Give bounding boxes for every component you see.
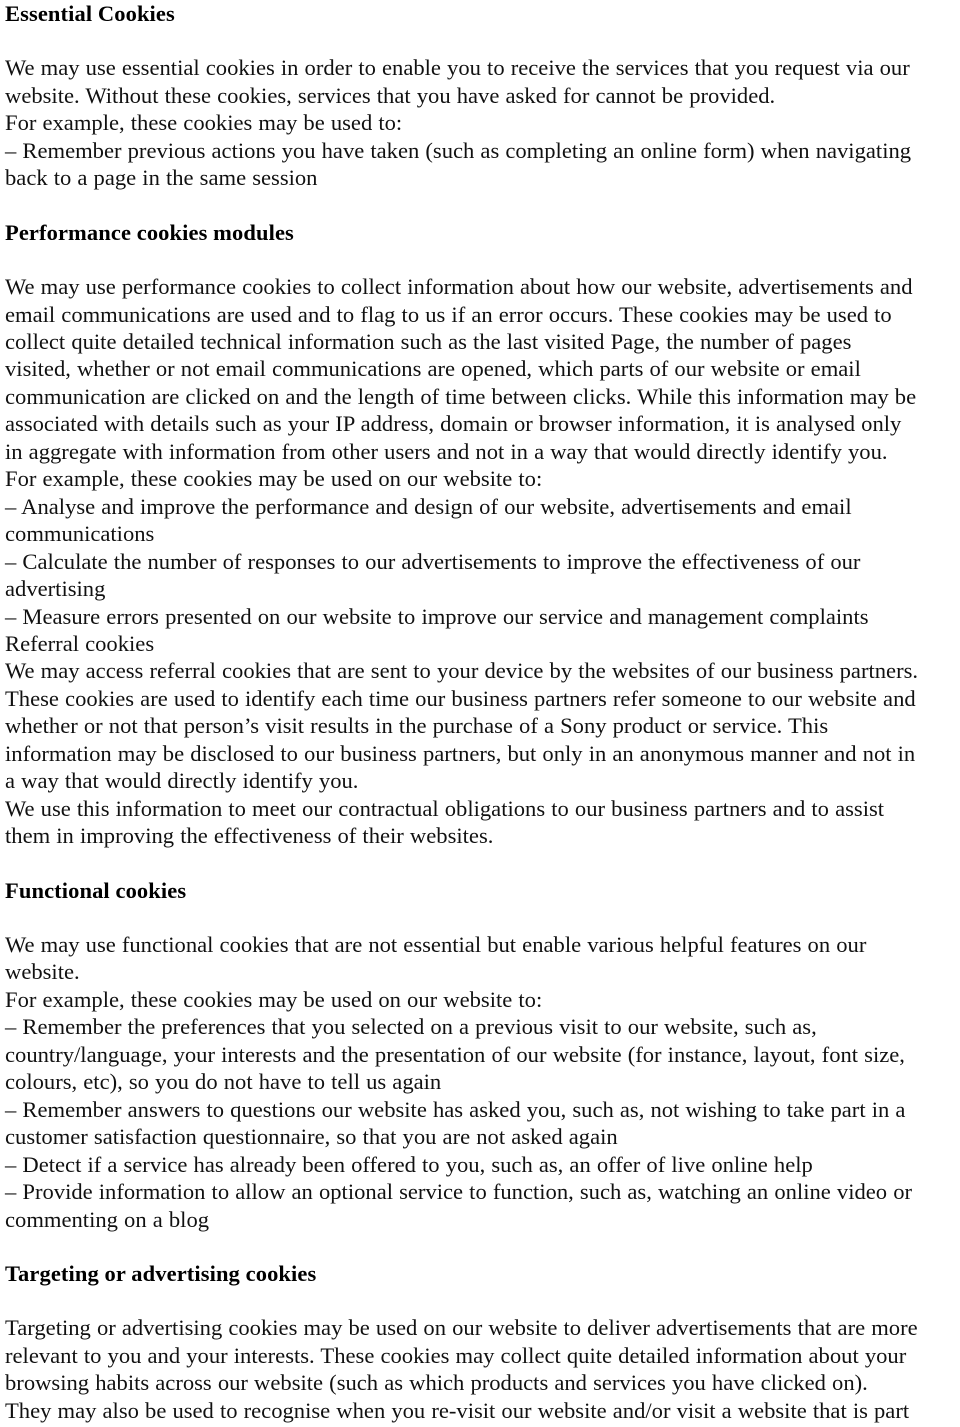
text-line: associated with details such as your IP … bbox=[5, 411, 902, 437]
text-line: visited, whether or not email communicat… bbox=[5, 356, 861, 382]
section-heading-functional-cookies: Functional cookies bbox=[5, 877, 187, 903]
section-heading-essential-cookies: Essential Cookies bbox=[5, 1, 175, 26]
text-line: information may be disclosed to our busi… bbox=[5, 740, 916, 766]
section-heading-targeting-or-advertising-cookies: Targeting or advertising cookies bbox=[5, 1260, 317, 1286]
text-line: communication are clicked on and the len… bbox=[5, 383, 917, 409]
text-line: relevant to you and your interests. Thes… bbox=[5, 1342, 907, 1368]
text-line: website. bbox=[5, 959, 80, 985]
subheading-referral-cookies: Referral cookies bbox=[5, 630, 155, 656]
list-item-line: – Detect if a service has already been o… bbox=[5, 1151, 813, 1177]
text-line: They may also be used to recognise when … bbox=[5, 1397, 910, 1423]
list-item-line: colours, etc), so you do not have to tel… bbox=[5, 1069, 442, 1095]
list-item-line: country/language, your interests and the… bbox=[5, 1041, 905, 1067]
list-item-line: – Calculate the number of responses to o… bbox=[5, 548, 861, 574]
section-performance-cookies-modules: Performance cookies modules We may use p… bbox=[5, 219, 956, 850]
text-line: We may use performance cookies to collec… bbox=[5, 274, 913, 300]
text-line: browsing habits across our website (such… bbox=[5, 1370, 868, 1396]
list-item-line: communications bbox=[5, 521, 155, 547]
list-item-line: – Remember answers to questions our webs… bbox=[5, 1096, 906, 1122]
section-essential-cookies: Essential Cookies We may use essential c… bbox=[5, 0, 956, 192]
list-item-line: – Remember the preferences that you sele… bbox=[5, 1014, 817, 1040]
text-line: a way that would directly identify you. bbox=[5, 768, 359, 794]
list-item-line: advertising bbox=[5, 576, 106, 602]
text-line: them in improving the effectiveness of t… bbox=[5, 823, 494, 849]
document-page: Essential Cookies We may use essential c… bbox=[0, 0, 960, 1427]
text-line: We may use essential cookies in order to… bbox=[5, 55, 910, 81]
text-line: Targeting or advertising cookies may be … bbox=[5, 1315, 918, 1341]
section-heading-performance-cookies-modules: Performance cookies modules bbox=[5, 219, 294, 245]
text-line: email communications are used and to fla… bbox=[5, 301, 892, 327]
section-body-functional-cookies: We may use functional cookies that are n… bbox=[5, 931, 956, 1233]
section-functional-cookies: Functional cookies We may use functional… bbox=[5, 877, 956, 1233]
text-line: For example, these cookies may be used t… bbox=[5, 110, 403, 136]
section-targeting-or-advertising-cookies: Targeting or advertising cookies Targeti… bbox=[5, 1260, 956, 1424]
section-body-performance-cookies-modules: We may use performance cookies to collec… bbox=[5, 273, 956, 850]
list-item-line: back to a page in the same session bbox=[5, 165, 318, 191]
list-item-line: commenting on a blog bbox=[5, 1206, 210, 1232]
text-line: For example, these cookies may be used o… bbox=[5, 466, 543, 492]
section-body-essential-cookies: We may use essential cookies in order to… bbox=[5, 54, 956, 191]
text-line: collect quite detailed technical informa… bbox=[5, 328, 852, 354]
text-line: We may access referral cookies that are … bbox=[5, 658, 919, 684]
text-line: in aggregate with information from other… bbox=[5, 438, 888, 464]
list-item-line: – Provide information to allow an option… bbox=[5, 1179, 913, 1205]
text-line: For example, these cookies may be used o… bbox=[5, 986, 543, 1012]
text-line: whether or not that person’s visit resul… bbox=[5, 713, 829, 739]
list-item-line: – Analyse and improve the performance an… bbox=[5, 493, 852, 519]
text-line: These cookies are used to identify each … bbox=[5, 685, 916, 711]
list-item-line: customer satisfaction questionnaire, so … bbox=[5, 1124, 618, 1150]
text-line: We use this information to meet our cont… bbox=[5, 795, 885, 821]
list-item-line: – Measure errors presented on our websit… bbox=[5, 603, 869, 629]
text-line: We may use functional cookies that are n… bbox=[5, 932, 867, 957]
section-body-targeting-or-advertising-cookies: Targeting or advertising cookies may be … bbox=[5, 1314, 956, 1424]
text-line: website. Without these cookies, services… bbox=[5, 82, 776, 108]
list-item-line: – Remember previous actions you have tak… bbox=[5, 137, 912, 163]
